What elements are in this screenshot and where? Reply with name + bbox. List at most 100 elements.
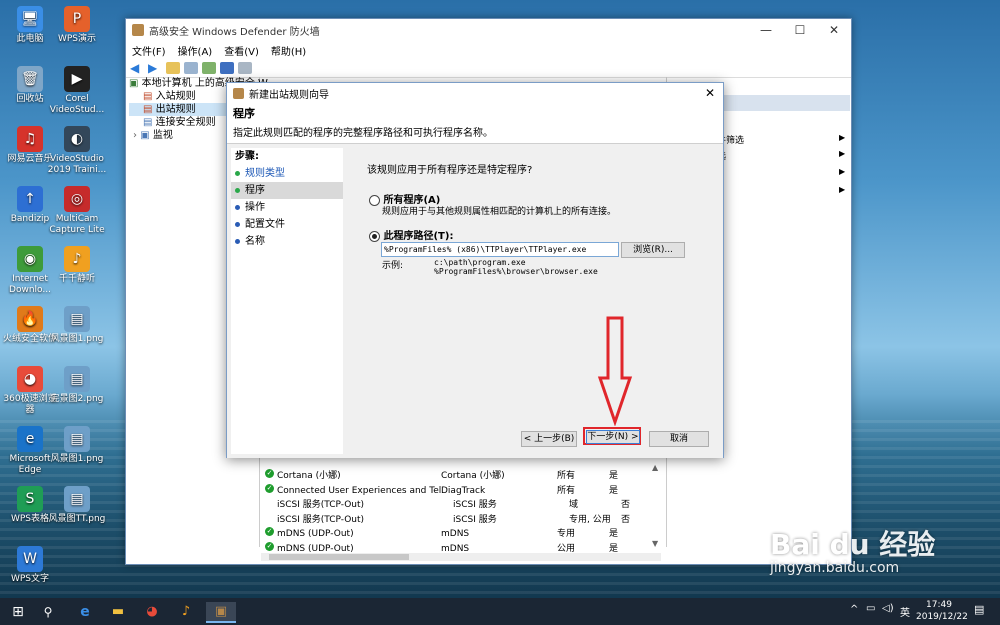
rule-name: iSCSI 服务(TCP-Out)	[277, 514, 365, 525]
back-arrow-icon[interactable]: ◀	[130, 62, 144, 74]
desktop-icon[interactable]: ▤ 风景图1.png	[47, 306, 107, 345]
menu-action[interactable]: 操作(A)	[178, 43, 213, 58]
start-windows-icon[interactable]: ⊞	[8, 602, 28, 621]
firewall-app-icon	[132, 24, 144, 36]
rule-profile: 域	[569, 500, 579, 510]
firewall-taskbar-icon[interactable]: ▣	[206, 602, 236, 623]
menu-bar: 文件(F) 操作(A) 查看(V) 帮助(H)	[126, 41, 851, 59]
dialog-titlebar[interactable]: 新建出站规则向导 ✕	[227, 83, 723, 103]
rule-group: iSCSI 服务	[453, 500, 497, 510]
step-action[interactable]: 操作	[231, 199, 343, 216]
file-explorer-icon[interactable]: ▬	[108, 602, 128, 621]
desktop-app-icon: W	[17, 546, 43, 572]
search-icon[interactable]: ⚲	[38, 602, 58, 621]
scrollbar-thumb[interactable]	[269, 554, 409, 560]
all-programs-description: 规则应用于与其他规则属性相匹配的计算机上的所有连接。	[382, 207, 617, 217]
rule-enabled: 是	[609, 529, 619, 539]
desktop-icon-label: 风景图1.png	[50, 334, 104, 344]
maximize-icon[interactable]: ☐	[783, 23, 817, 37]
page-description: 指定此规则匹配的程序的完整程序路径和可执行程序名称。	[233, 128, 493, 139]
next-button[interactable]: 下一步(N) >	[586, 430, 640, 444]
window-title: 高级安全 Windows Defender 防火墙	[149, 26, 320, 38]
rule-group: Cortana (小娜)	[441, 471, 505, 481]
forward-arrow-icon[interactable]: ▶	[148, 62, 162, 74]
rule-profile: 所有	[557, 471, 576, 481]
desktop-icon[interactable]: P WPS演示	[47, 6, 107, 45]
steps-title: 步骤:	[235, 151, 259, 162]
network-icon[interactable]: ▭	[866, 603, 875, 614]
desktop-icon-label: 风景图1.png	[50, 454, 104, 464]
step-rule-type[interactable]: 规则类型	[231, 165, 343, 182]
table-row[interactable]: iSCSI 服务(TCP-Out) iSCSI 服务 专用, 公用否	[261, 513, 661, 528]
desktop-icon[interactable]: ▶ Corel VideoStud...	[47, 66, 107, 116]
cancel-button[interactable]: 取消	[649, 431, 709, 447]
desktop-icon[interactable]: ▤ 风景图1.png	[47, 426, 107, 465]
menu-file[interactable]: 文件(F)	[132, 43, 166, 58]
rule-name: ✓ Connected User Experiences and Tel...	[265, 483, 441, 496]
edge-icon[interactable]: e	[75, 602, 95, 621]
table-row[interactable]: iSCSI 服务(TCP-Out) iSCSI 服务 域 否	[261, 498, 661, 513]
step-profile[interactable]: 配置文件	[231, 216, 343, 233]
desktop-app-icon: ▤	[64, 366, 90, 392]
radio-this-program-path[interactable]: 此程序路径(T):	[369, 227, 453, 242]
back-button[interactable]: < 上一步(B)	[521, 431, 577, 447]
help-icon[interactable]	[220, 62, 234, 74]
example-path-2: %ProgramFiles%\browser\browser.exe	[434, 267, 598, 276]
scroll-up-icon[interactable]: ▲	[652, 463, 658, 472]
enabled-check-icon: ✓	[265, 469, 274, 478]
expand-chevron-icon[interactable]: ›	[133, 130, 137, 141]
desktop-icon[interactable]: W WPS文字	[0, 546, 60, 585]
table-row[interactable]: ✓ Connected User Experiences and Tel... Di…	[261, 483, 661, 499]
step-pending-dot-icon	[235, 221, 240, 227]
clock-time[interactable]: 17:49	[918, 600, 960, 610]
connection-security-icon: ▤	[143, 117, 153, 128]
table-row[interactable]: ✓ mDNS (UDP-Out) mDNS 专用 是	[261, 527, 661, 542]
show-hide-tree-icon[interactable]	[184, 62, 198, 74]
desktop-app-icon: ▶	[64, 66, 90, 92]
show-hidden-icons-icon[interactable]: ^	[850, 604, 858, 615]
step-name[interactable]: 名称	[231, 233, 343, 250]
step-current-dot-icon	[235, 187, 240, 193]
browser-360-icon[interactable]: ◕	[142, 602, 162, 621]
step-pending-dot-icon	[235, 238, 240, 244]
program-path-input[interactable]: %ProgramFiles% (x86)\TTPlayer\TTPlayer.e…	[381, 242, 619, 257]
horizontal-scrollbar[interactable]	[261, 553, 661, 561]
rule-enabled: 否	[621, 500, 631, 510]
menu-view[interactable]: 查看(V)	[224, 43, 259, 58]
submenu-arrow-icon: ▶	[839, 185, 846, 194]
window-titlebar[interactable]: 高级安全 Windows Defender 防火墙 — ☐ ✕	[126, 19, 851, 41]
desktop-icon[interactable]: ▤ 完景图2.png	[47, 366, 107, 405]
rule-name: ✓ Cortana (小娜)	[265, 469, 341, 481]
desktop-app-icon: ◎	[64, 186, 90, 212]
red-arrow-annotation-icon	[597, 316, 633, 426]
desktop-icon[interactable]: ♪ 千千静听	[47, 246, 107, 285]
step-program[interactable]: 程序	[231, 182, 343, 199]
radio-unselected-icon[interactable]	[369, 194, 380, 206]
desktop-app-icon: P	[64, 6, 90, 32]
watermark-url: jingyan.baidu.com	[770, 560, 900, 576]
browse-button[interactable]: 浏览(R)...	[621, 242, 685, 258]
minimize-icon[interactable]: —	[749, 23, 783, 37]
radio-selected-icon[interactable]	[369, 230, 380, 242]
menu-help[interactable]: 帮助(H)	[271, 43, 306, 58]
up-folder-icon[interactable]	[166, 62, 180, 74]
dialog-close-icon[interactable]: ✕	[705, 86, 715, 100]
desktop-app-icon: e	[17, 426, 43, 452]
notification-center-icon[interactable]: ▤	[974, 603, 984, 616]
volume-icon[interactable]: ◁)	[882, 603, 894, 614]
scroll-down-icon[interactable]: ▼	[652, 539, 658, 548]
close-icon[interactable]: ✕	[817, 23, 851, 37]
desktop-icon[interactable]: ◐ VideoStudio 2019 Traini...	[47, 126, 107, 176]
desktop-app-icon: ♪	[64, 246, 90, 272]
properties-icon[interactable]	[238, 62, 252, 74]
steps-panel: 步骤: 规则类型 程序 操作 配置文件 名称	[231, 148, 343, 454]
rule-group: iSCSI 服务	[453, 514, 497, 525]
export-list-icon[interactable]	[202, 62, 216, 74]
table-row[interactable]: ✓ Cortana (小娜) Cortana (小娜) 所有 是	[261, 469, 661, 484]
desktop-icon[interactable]: ◎ MultiCam Capture Lite	[47, 186, 107, 236]
ime-indicator[interactable]: 英	[900, 604, 910, 619]
clock-date[interactable]: 2019/12/22	[916, 612, 968, 622]
desktop-icon[interactable]: ▤ 风景图TT.png	[47, 486, 107, 525]
example-label: 示例:	[382, 261, 404, 271]
ttplayer-icon[interactable]: ♪	[176, 602, 196, 621]
